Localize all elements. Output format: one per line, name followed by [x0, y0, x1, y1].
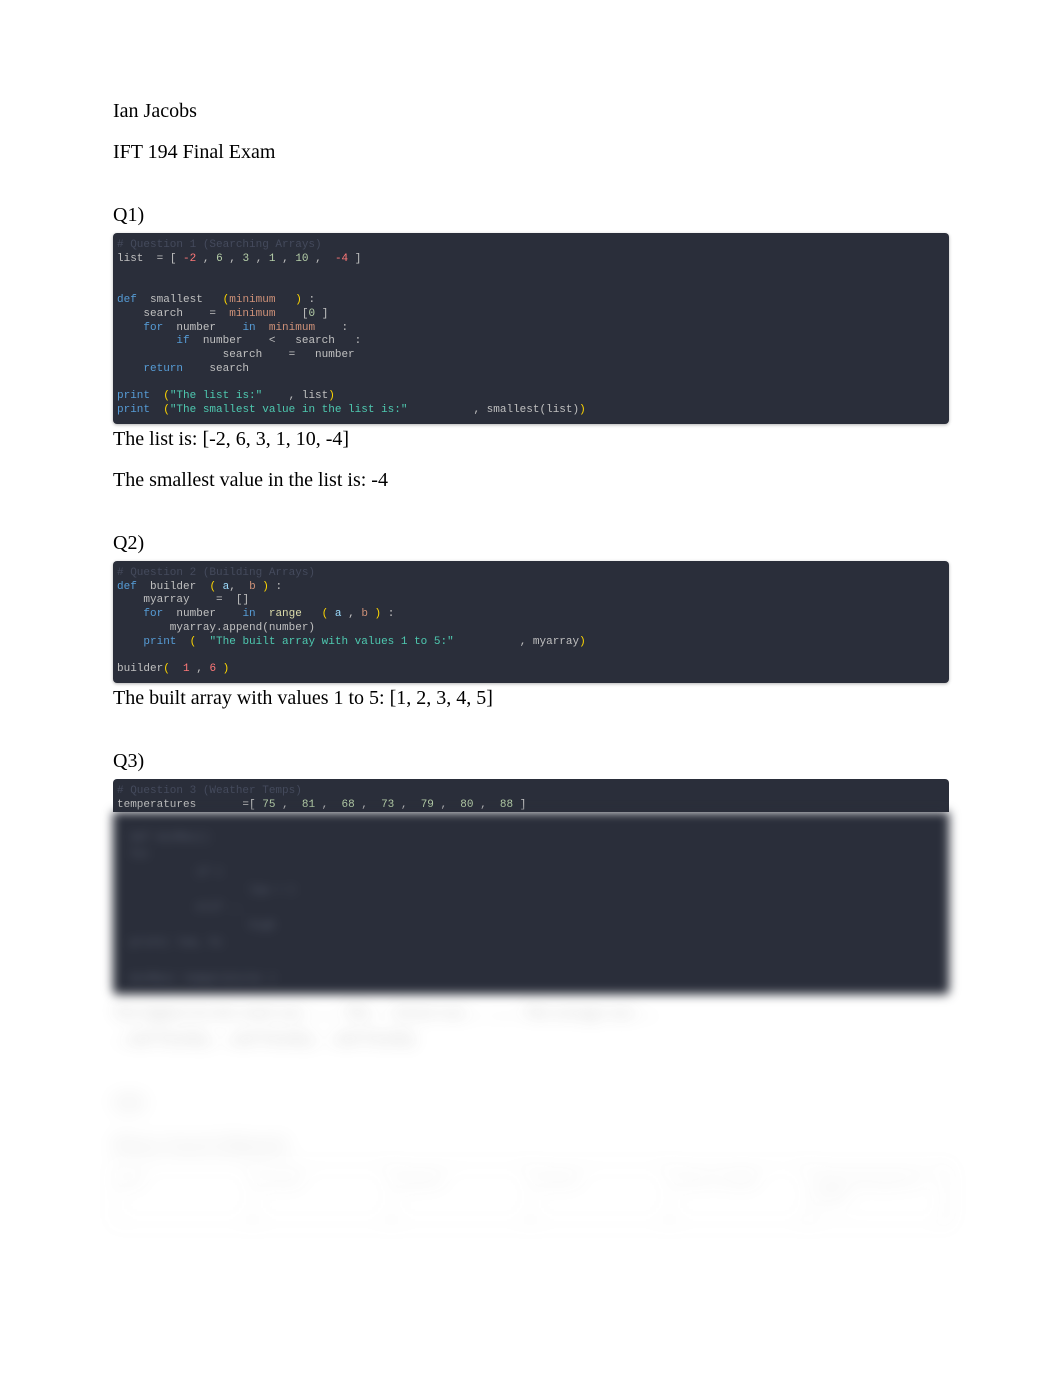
q1-label: Q1) [113, 204, 949, 227]
q4-section-blurred: Q4) Binary Search (Manual) Step Formula … [113, 1091, 949, 1225]
q4-subheading: Binary Search (Manual) [113, 1134, 949, 1155]
q1-output-2: The smallest value in the list is: -4 [113, 469, 949, 492]
q1-code-block: # Question 1 (Searching Arrays) list = [… [113, 233, 949, 424]
q2-label: Q2) [113, 532, 949, 555]
q4-th-0: Step [114, 1166, 253, 1224]
q4-th-3: Solution [531, 1166, 670, 1224]
author-name: Ian Jacobs [113, 100, 949, 123]
q1-output-1: The list is: [-2, 6, 3, 1, 10, -4] [113, 428, 949, 451]
q3-output-blurred: The highest for the week was: …… The … l… [113, 1000, 949, 1051]
q4-th-2: Equation [392, 1166, 531, 1224]
q2-code-block: # Question 2 (Building Arrays) def build… [113, 561, 949, 683]
q4-th-1: Formula [253, 1166, 392, 1224]
q4-label: Q4) [113, 1091, 949, 1114]
document-title: IFT 194 Final Exam [113, 141, 949, 164]
q3-label: Q3) [113, 750, 949, 773]
q3-code-blurred: def minMax() for if t low = t elif …. hi… [113, 812, 949, 994]
q3-code-container: # Question 3 (Weather Temps) temperature… [113, 779, 949, 994]
q4-th-5: Target (less/greater or equal) [809, 1166, 948, 1224]
q3-comment: # Question 3 (Weather Temps) [117, 785, 302, 797]
q2-output: The built array with values 1 to 5: [1, … [113, 687, 949, 710]
q3-code-visible: # Question 3 (Weather Temps) temperature… [113, 779, 949, 813]
q2-comment: # Question 2 (Building Arrays) [117, 567, 315, 579]
q4-table: Step Formula Equation Solution Value of … [113, 1165, 949, 1225]
q1-comment: # Question 1 (Searching Arrays) [117, 239, 322, 251]
q4-th-4: Value of middle [670, 1166, 809, 1224]
